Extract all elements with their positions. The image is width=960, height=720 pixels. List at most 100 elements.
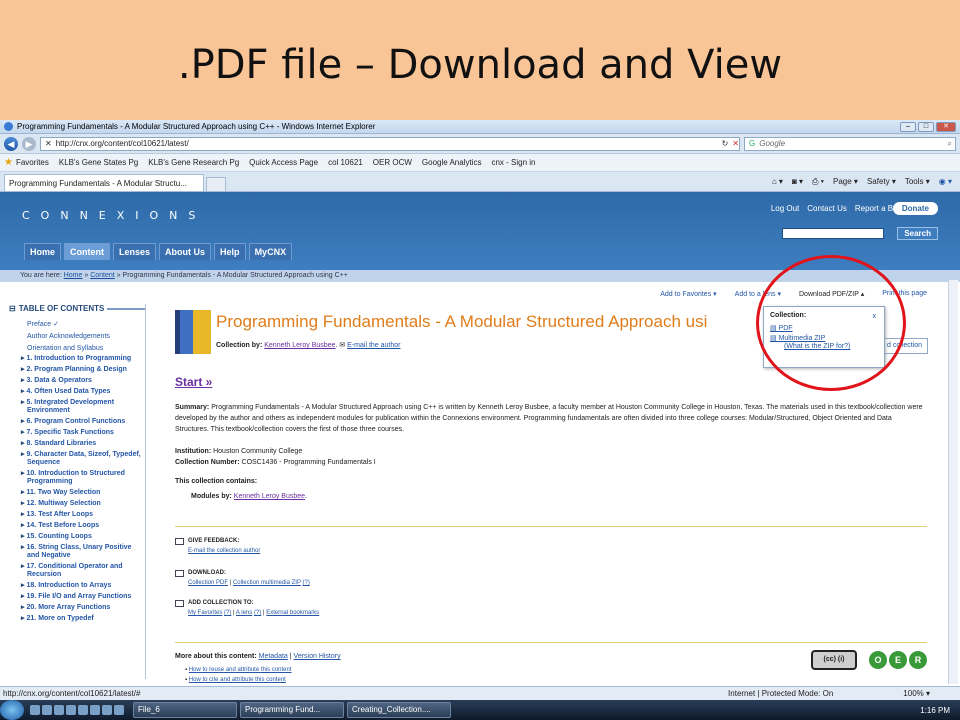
fav-item[interactable]: KLB's Gene Research Pg: [148, 158, 239, 167]
quicklaunch-icon[interactable]: [66, 705, 76, 715]
maximize-button[interactable]: □: [918, 121, 934, 132]
external-bookmarks-link[interactable]: External bookmarks: [266, 610, 319, 616]
a-lens-link[interactable]: A lens: [236, 610, 252, 616]
page-menu[interactable]: Page ▾: [833, 177, 858, 187]
quicklaunch-icon[interactable]: [114, 705, 124, 715]
toc-chapter[interactable]: 16. String Class, Unary Positive and Neg…: [9, 544, 145, 560]
nav-help[interactable]: Help: [214, 243, 246, 260]
modules-author-link[interactable]: Kenneth Leroy Busbee: [234, 493, 305, 500]
url-field[interactable]: ✕ http://cnx.org/content/col10621/latest…: [40, 136, 740, 151]
start-link[interactable]: Start »: [175, 375, 212, 389]
tools-menu[interactable]: Tools ▾: [905, 177, 930, 187]
favorites-button[interactable]: ★ Favorites: [4, 157, 49, 168]
nav-mycnx[interactable]: MyCNX: [248, 243, 293, 260]
nav-home[interactable]: Home: [24, 243, 62, 260]
toc-chapter[interactable]: 6. Program Control Functions: [9, 418, 145, 426]
new-tab-button[interactable]: [206, 177, 226, 191]
email-collection-author-link[interactable]: E-mail the collection author: [188, 548, 260, 554]
reuse-link[interactable]: ▪ How to reuse and attribute this conten…: [185, 667, 292, 673]
minimize-button[interactable]: –: [900, 121, 916, 132]
download-block: DOWNLOAD: Collection PDF | Collection mu…: [175, 568, 310, 588]
toc-chapter[interactable]: 9. Character Data, Sizeof, Typedef, Sequ…: [9, 451, 145, 467]
toc-chapter[interactable]: 14. Test Before Loops: [9, 522, 145, 530]
quicklaunch-icon[interactable]: [90, 705, 100, 715]
toc-item[interactable]: Preface ✓: [9, 319, 145, 331]
start-button[interactable]: [0, 700, 24, 720]
forward-icon[interactable]: ▶: [22, 136, 36, 151]
quicklaunch-icon[interactable]: [78, 705, 88, 715]
back-icon[interactable]: ◀: [4, 136, 18, 151]
toc-chapter[interactable]: 7. Specific Task Functions: [9, 429, 145, 437]
search-input[interactable]: G Google ⌕: [744, 136, 956, 151]
author-link[interactable]: Kenneth Leroy Busbee: [264, 342, 335, 349]
donate-button[interactable]: Donate: [892, 202, 938, 215]
refresh-icon[interactable]: ↻: [722, 139, 729, 148]
cite-link[interactable]: ▪ How to cite and attribute this content: [185, 677, 286, 683]
fav-item[interactable]: col 10621: [328, 158, 363, 167]
taskbar-ppt[interactable]: Creating_Collection....: [347, 702, 451, 718]
title-bar: Programming Fundamentals - A Modular Str…: [0, 120, 960, 134]
metadata-link[interactable]: Metadata: [259, 653, 288, 660]
search-icon[interactable]: ⌕: [948, 139, 955, 149]
toc-chapter[interactable]: 11. Two Way Selection: [9, 489, 145, 497]
feeds-icon[interactable]: ◙ ▾: [792, 177, 803, 187]
help-icon[interactable]: ◉ ▾: [939, 177, 952, 187]
fav-item[interactable]: Google Analytics: [422, 158, 482, 167]
add-to-favorites-link[interactable]: Add to Favorites ▾: [660, 290, 716, 298]
nav-about[interactable]: About Us: [159, 243, 212, 260]
toc-item[interactable]: Author Acknowledgements: [9, 331, 145, 343]
zoom-level[interactable]: 100% ▾: [903, 689, 930, 698]
toc-chapter[interactable]: 21. More on Typedef: [9, 615, 145, 623]
print-icon[interactable]: ⎙ ▾: [812, 177, 824, 187]
fav-item[interactable]: KLB's Gene States Pg: [59, 158, 138, 167]
contact-link[interactable]: Contact Us: [807, 204, 847, 213]
toc-chapter[interactable]: 1. Introduction to Programming: [9, 355, 145, 363]
version-history-link[interactable]: Version History: [294, 653, 341, 660]
home-icon[interactable]: ⌂ ▾: [772, 177, 783, 187]
toc-chapter[interactable]: 15. Counting Loops: [9, 533, 145, 541]
close-button[interactable]: ✕: [936, 121, 956, 132]
toc-item[interactable]: Orientation and Syllabus: [9, 343, 145, 355]
fav-item[interactable]: OER OCW: [373, 158, 412, 167]
taskbar-file6[interactable]: File_6: [133, 702, 237, 718]
toc-chapter[interactable]: 5. Integrated Development Environment: [9, 399, 145, 415]
toc-chapter[interactable]: 20. More Array Functions: [9, 604, 145, 612]
toc-chapter[interactable]: 4. Often Used Data Types: [9, 388, 145, 396]
fav-item[interactable]: cnx - Sign in: [491, 158, 535, 167]
logout-link[interactable]: Log Out: [771, 204, 799, 213]
safety-menu[interactable]: Safety ▾: [867, 177, 896, 187]
toc-chapter[interactable]: 12. Multiway Selection: [9, 500, 145, 508]
toc-chapter[interactable]: 17. Conditional Operator and Recursion: [9, 563, 145, 579]
scrollbar[interactable]: [948, 280, 958, 684]
quicklaunch-icon[interactable]: [42, 705, 52, 715]
toc-chapter[interactable]: 8. Standard Libraries: [9, 440, 145, 448]
toc-chapter[interactable]: 19. File I/O and Array Functions: [9, 593, 145, 601]
collection-pdf-link[interactable]: Collection PDF: [188, 580, 228, 586]
crumb-home[interactable]: Home: [64, 272, 83, 279]
email-author-link[interactable]: E-mail the author: [347, 342, 400, 349]
toc-chapter[interactable]: 18. Introduction to Arrays: [9, 582, 145, 590]
creative-commons-badge[interactable]: (cc) (i): [811, 650, 857, 670]
toc-chapter[interactable]: 2. Program Planning & Design: [9, 366, 145, 374]
quicklaunch-icon[interactable]: [30, 705, 40, 715]
my-favorites-link[interactable]: My Favorites: [188, 610, 222, 616]
collection-zip-link[interactable]: Collection multimedia ZIP: [233, 580, 301, 586]
nav-lenses[interactable]: Lenses: [113, 243, 157, 260]
fav-item[interactable]: Quick Access Page: [249, 158, 318, 167]
toc-chapter[interactable]: 10. Introduction to Structured Programmi…: [9, 470, 145, 486]
browser-tab[interactable]: Programming Fundamentals - A Modular Str…: [4, 174, 204, 191]
crumb-content[interactable]: Content: [90, 272, 115, 279]
site-search-input[interactable]: [782, 228, 884, 239]
stop-icon[interactable]: ✕: [732, 139, 739, 148]
toc-title[interactable]: ⊟ TABLE OF CONTENTS: [9, 304, 145, 313]
zip-help-link[interactable]: (?): [303, 580, 310, 586]
site-search-button[interactable]: Search: [897, 227, 938, 240]
quicklaunch-icon[interactable]: [54, 705, 64, 715]
quicklaunch-icon[interactable]: [102, 705, 112, 715]
oer-badge[interactable]: OER: [869, 651, 927, 669]
taskbar-ie[interactable]: Programming Fund...: [240, 702, 344, 718]
toc-chapter[interactable]: 13. Test After Loops: [9, 511, 145, 519]
toc-chapter[interactable]: 3. Data & Operators: [9, 377, 145, 385]
connexions-logo[interactable]: CONNEXIONS: [22, 209, 206, 222]
nav-content[interactable]: Content: [64, 243, 111, 260]
